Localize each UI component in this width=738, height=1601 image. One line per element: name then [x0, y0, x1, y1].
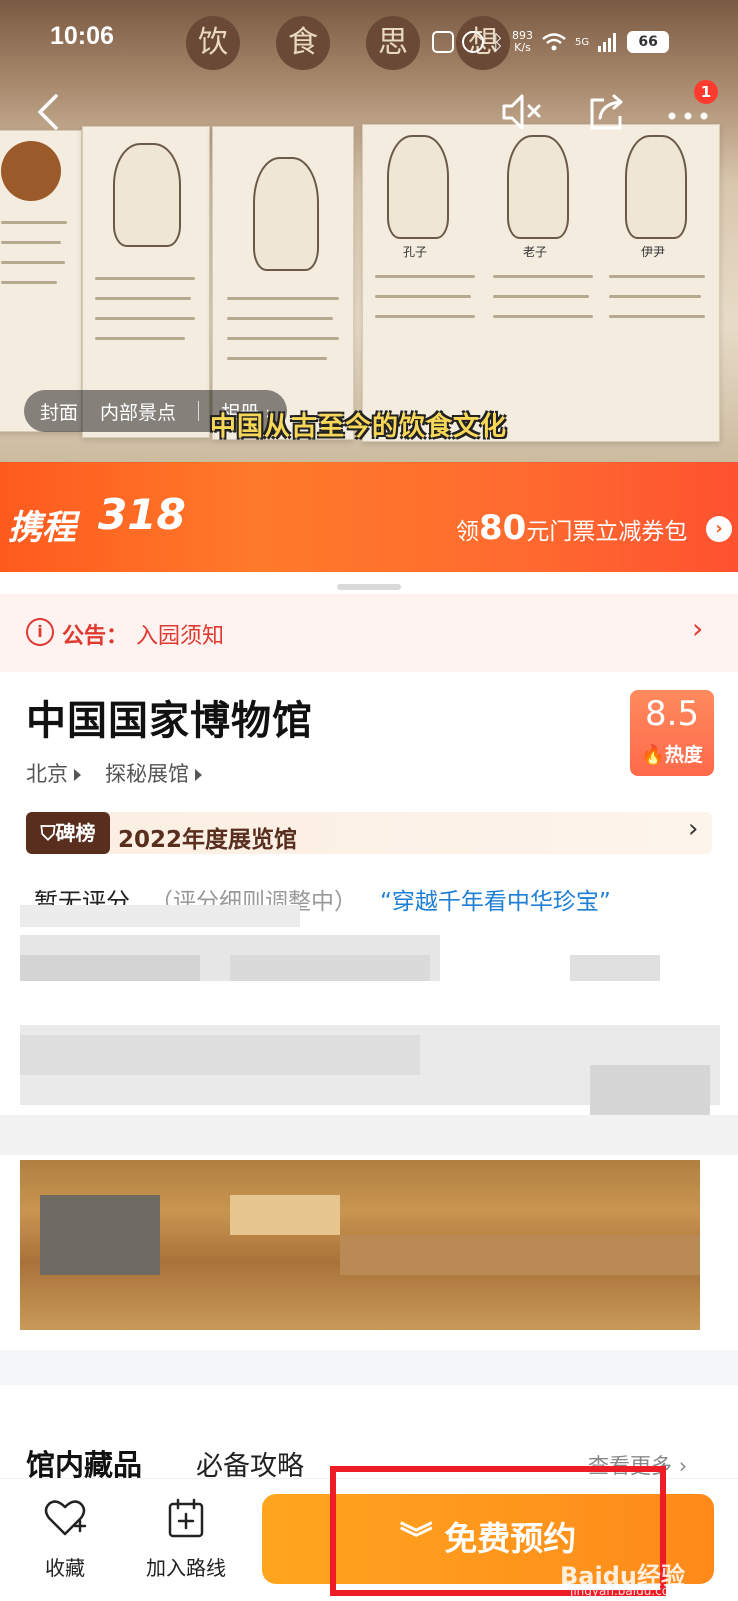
ranking-badge-label: 碑榜: [55, 821, 96, 845]
promo-text[interactable]: 领80元门票立减券包: [456, 508, 687, 548]
heat-score: 8.5: [644, 694, 700, 734]
wifi-icon: [542, 33, 566, 51]
calendar-add-icon: [168, 1498, 204, 1538]
signal-icon: [598, 33, 617, 52]
exhibit-panel: [0, 130, 82, 432]
flame-icon: 🔥: [641, 744, 665, 766]
promo-campaign-logo: 318: [98, 490, 186, 539]
tab-cover[interactable]: 封面: [40, 398, 78, 425]
notice-label: 公告：: [62, 624, 129, 649]
add-route-label: 加入路线: [146, 1556, 226, 1580]
alarm-icon: [462, 31, 484, 53]
promo-suffix: 元门票立减券包: [526, 519, 688, 545]
network-type: 5G: [575, 36, 590, 48]
caret-right-icon: [195, 769, 202, 781]
caret-right-icon: [74, 769, 81, 781]
drag-handle[interactable]: [337, 584, 401, 590]
breadcrumb-category[interactable]: 探秘展馆: [105, 758, 202, 788]
bluetooth-icon: ᛒ: [492, 30, 504, 54]
tab-divider: [198, 401, 200, 421]
heat-score-badge[interactable]: 8.5 🔥热度: [630, 690, 714, 776]
tab-scenic[interactable]: 内部景点: [100, 398, 176, 425]
roundel-char: 饮: [186, 16, 240, 70]
status-icons: ᛒ 893 K/s 5G 66: [432, 24, 670, 60]
heat-label: 🔥热度: [630, 740, 714, 767]
share-icon: [590, 94, 623, 130]
heat-label-text: 热度: [664, 744, 703, 766]
add-route-button[interactable]: 加入路线: [136, 1490, 236, 1586]
portrait-caption: 伊尹: [641, 245, 666, 259]
ranking-badge: ⛉碑榜: [26, 812, 110, 854]
speaker-muted-icon: [502, 94, 541, 130]
chevron-left-icon: [38, 94, 58, 130]
net-speed: 893 K/s: [512, 30, 533, 54]
exhibit-panel: 孔子 老子 伊尹: [362, 124, 720, 442]
page-title: 中国国家博物馆: [26, 698, 313, 744]
net-speed-unit: K/s: [514, 41, 531, 54]
video-subtitle: 中国从古至今的饮食文化: [210, 412, 508, 442]
share-button[interactable]: [586, 92, 626, 132]
info-icon: i: [26, 618, 54, 646]
shield-icon: ⛉: [40, 821, 56, 845]
promo-prefix: 领: [456, 519, 479, 545]
chevron-right-icon[interactable]: ›: [706, 516, 732, 542]
notice-text[interactable]: 入园须知: [136, 618, 224, 650]
watermark-url: jingyan.baidu.com: [570, 1584, 681, 1598]
status-time: 10:06: [50, 22, 114, 50]
pixelated-content: [0, 905, 738, 1385]
favorite-button[interactable]: 收藏: [30, 1490, 100, 1586]
mute-button[interactable]: [500, 90, 544, 134]
promo-brand: 携程: [8, 508, 76, 548]
roundel-char: 思: [366, 16, 420, 70]
breadcrumb-category-label: 探秘展馆: [105, 762, 189, 786]
battery-indicator: 66: [627, 31, 670, 53]
breadcrumb-city[interactable]: 北京: [26, 758, 81, 788]
ranking-text: 2022年度展览馆: [118, 827, 298, 853]
promo-amount: 80: [479, 508, 527, 548]
portrait-caption: 老子: [523, 245, 548, 259]
heart-add-icon: [44, 1500, 87, 1536]
breadcrumb: 北京 探秘展馆: [26, 758, 202, 788]
breadcrumb-city-label: 北京: [26, 762, 68, 786]
chevron-right-icon[interactable]: ›: [688, 814, 698, 844]
portrait-caption: 孔子: [403, 245, 428, 259]
chevron-right-icon[interactable]: ›: [692, 612, 703, 645]
chevron-right-icon: ›: [678, 1454, 688, 1478]
notification-badge: 1: [694, 80, 718, 104]
back-button[interactable]: [30, 92, 70, 132]
roundel-char: 食: [276, 16, 330, 70]
nfc-icon: [432, 31, 454, 53]
favorite-label: 收藏: [45, 1556, 85, 1580]
